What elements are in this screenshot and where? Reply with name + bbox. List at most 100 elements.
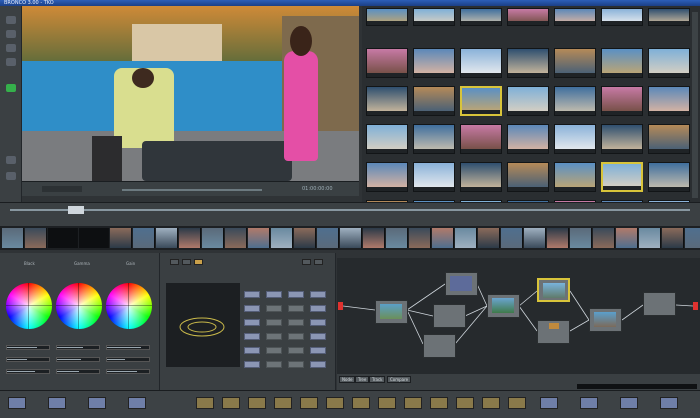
toolbar-button[interactable] xyxy=(508,397,526,409)
shape-tab-4[interactable] xyxy=(302,259,311,265)
gallery-thumbnail[interactable] xyxy=(648,86,690,116)
gallery-thumbnail[interactable] xyxy=(554,8,596,26)
clip-cell[interactable] xyxy=(248,228,270,248)
playhead[interactable] xyxy=(68,206,84,214)
toolbar-button[interactable] xyxy=(580,397,598,409)
gallery-thumbnail[interactable] xyxy=(507,8,549,26)
gain-color-wheel[interactable] xyxy=(106,283,152,329)
node-9[interactable] xyxy=(643,292,676,316)
gallery-thumbnail[interactable] xyxy=(460,124,502,154)
gallery-thumbnail[interactable] xyxy=(601,124,643,154)
clip-cell[interactable] xyxy=(524,228,546,248)
gallery-thumbnail[interactable] xyxy=(601,86,643,116)
shape-control-button[interactable] xyxy=(310,347,326,354)
clip-cell[interactable] xyxy=(156,228,178,248)
clip-cell[interactable] xyxy=(662,228,684,248)
black-slider-2[interactable] xyxy=(6,357,50,362)
gallery-thumbnail[interactable] xyxy=(413,48,455,78)
clip-cell[interactable] xyxy=(225,228,247,248)
toolbar-button[interactable] xyxy=(456,397,474,409)
shape-control-button[interactable] xyxy=(310,319,326,326)
node-4[interactable] xyxy=(423,334,456,358)
gamma-color-wheel[interactable] xyxy=(56,283,102,329)
gallery-thumbnail[interactable] xyxy=(648,162,690,192)
toolbar-button[interactable] xyxy=(8,397,26,409)
shape-control-button[interactable] xyxy=(288,333,304,340)
gallery-thumbnail[interactable] xyxy=(601,48,643,78)
clip-cell[interactable] xyxy=(501,228,523,248)
clip-cell[interactable] xyxy=(616,228,638,248)
node-2[interactable] xyxy=(445,272,478,296)
toolbar-button[interactable] xyxy=(660,397,678,409)
clip-cell[interactable] xyxy=(432,228,454,248)
gallery-thumbnail[interactable] xyxy=(413,124,455,154)
toolbar-button[interactable] xyxy=(248,397,266,409)
black-slider-3[interactable] xyxy=(6,369,50,374)
transport-controls[interactable] xyxy=(42,186,82,192)
active-tool-icon[interactable] xyxy=(6,84,16,92)
shape-tab-5[interactable] xyxy=(314,259,323,265)
toolbar-button[interactable] xyxy=(378,397,396,409)
shape-control-button[interactable] xyxy=(244,361,260,368)
gallery-thumbnail[interactable] xyxy=(507,48,549,78)
clip-cell[interactable] xyxy=(478,228,500,248)
gallery-thumbnail[interactable] xyxy=(460,86,502,116)
clip-cell[interactable] xyxy=(271,228,293,248)
gallery-thumbnail[interactable] xyxy=(460,48,502,78)
node-8[interactable] xyxy=(589,308,622,332)
clip-cell[interactable] xyxy=(2,228,24,248)
shape-control-button[interactable] xyxy=(310,333,326,340)
toolbar-button[interactable] xyxy=(482,397,500,409)
menu-icon[interactable] xyxy=(6,16,16,24)
clip-cell[interactable] xyxy=(409,228,431,248)
shape-control-button[interactable] xyxy=(266,361,282,368)
shape-control-button[interactable] xyxy=(266,333,282,340)
toolbar-button[interactable] xyxy=(430,397,448,409)
eye-icon[interactable] xyxy=(6,58,16,66)
toolbar-button[interactable] xyxy=(300,397,318,409)
shape-control-button[interactable] xyxy=(310,361,326,368)
black-color-wheel[interactable] xyxy=(6,283,52,329)
clip-cell[interactable] xyxy=(340,228,362,248)
tab-tree[interactable]: Tree xyxy=(355,376,370,383)
gamma-slider[interactable] xyxy=(56,345,100,350)
timeline-ruler[interactable] xyxy=(0,202,700,226)
clip-cell[interactable] xyxy=(639,228,661,248)
node-3[interactable] xyxy=(433,304,466,328)
gallery-thumbnail[interactable] xyxy=(648,8,690,26)
gallery-thumbnail[interactable] xyxy=(554,124,596,154)
node-6-selected[interactable] xyxy=(537,278,570,302)
clip-cell[interactable] xyxy=(294,228,316,248)
node-7[interactable] xyxy=(537,320,570,344)
clip-cell[interactable] xyxy=(363,228,385,248)
clip-cell[interactable] xyxy=(202,228,224,248)
shape-control-button[interactable] xyxy=(266,305,282,312)
gallery-thumbnail[interactable] xyxy=(554,86,596,116)
grid-icon[interactable] xyxy=(6,30,16,38)
shape-control-button[interactable] xyxy=(288,291,304,298)
toolbar-button[interactable] xyxy=(196,397,214,409)
toolbar-button[interactable] xyxy=(352,397,370,409)
clip-cell[interactable] xyxy=(25,228,47,248)
toolbar-button[interactable] xyxy=(404,397,422,409)
gain-slider-3[interactable] xyxy=(106,369,150,374)
clip-cell[interactable] xyxy=(386,228,408,248)
node-1[interactable] xyxy=(375,300,408,324)
pen-icon[interactable] xyxy=(6,44,16,52)
gallery-thumbnail[interactable] xyxy=(507,162,549,192)
toolbar-button[interactable] xyxy=(222,397,240,409)
shape-control-button[interactable] xyxy=(288,319,304,326)
shape-control-button[interactable] xyxy=(244,291,260,298)
shape-control-button[interactable] xyxy=(288,305,304,312)
gallery-thumbnail[interactable] xyxy=(460,162,502,192)
clip-cell[interactable] xyxy=(570,228,592,248)
clip-cell[interactable] xyxy=(179,228,201,248)
scrub-slider[interactable] xyxy=(122,189,262,191)
gallery-thumbnail[interactable] xyxy=(413,162,455,192)
tab-node[interactable]: Node xyxy=(339,376,356,383)
gallery-thumbnail[interactable] xyxy=(601,8,643,26)
gallery-thumbnail[interactable] xyxy=(366,162,408,192)
gallery-scrollbar[interactable] xyxy=(692,12,698,198)
clip-cell[interactable] xyxy=(317,228,339,248)
gallery-thumbnail[interactable] xyxy=(366,48,408,78)
